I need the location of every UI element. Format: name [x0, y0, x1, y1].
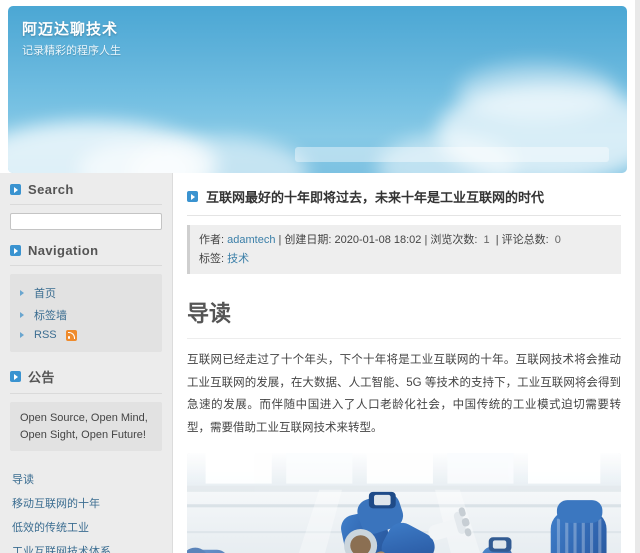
nav-item-rss[interactable]: RSS — [20, 326, 152, 344]
meta-separator: | — [424, 234, 427, 246]
post-figure-image — [187, 453, 621, 553]
search-widget: Search — [0, 173, 172, 234]
rss-feed-icon[interactable] — [66, 330, 77, 341]
views-label: 浏览次数: — [430, 234, 477, 246]
sidebar: Search Navigation 首页 — [0, 173, 173, 553]
body-wrapper: Search Navigation 首页 — [0, 173, 635, 553]
toc-link-2[interactable]: 移动互联网的十年 — [12, 498, 100, 510]
robot-arms-illustration — [187, 453, 621, 553]
list-item[interactable]: 移动互联网的十年 — [12, 491, 172, 515]
announcement-widget-title: 公告 — [28, 367, 55, 386]
post-meta-line-2: 标签: 技术 — [199, 250, 612, 269]
nav-link-home[interactable]: 首页 — [34, 285, 56, 301]
bullet-triangle-icon — [20, 332, 28, 338]
list-item[interactable]: 低效的传统工业 — [12, 515, 172, 539]
announcement-widget-header: 公告 — [10, 358, 162, 394]
site-title: 阿迈达聊技术 — [22, 18, 118, 39]
section-heading: 导读 — [187, 296, 621, 339]
section-marker-icon — [187, 191, 198, 202]
announcement-panel: Open Source, Open Mind, Open Sight, Open… — [10, 402, 162, 451]
nav-link-tags[interactable]: 标签墙 — [34, 307, 67, 323]
comments-label: 评论总数: — [502, 234, 549, 246]
post-paragraph: 互联网已经走过了十个年头，下个十年将是工业互联网的十年。互联网技术将会推动工业互… — [187, 349, 621, 439]
navigation-widget: Navigation 首页 标签墙 R — [0, 234, 172, 352]
list-item[interactable]: 工业互联网技术体系 — [12, 539, 172, 553]
post-meta-line-1: 作者: adamtech | 创建日期: 2020-01-08 18:02 | … — [199, 231, 612, 250]
bullet-triangle-icon — [20, 312, 28, 318]
meta-separator: | — [496, 234, 499, 246]
navigation-list: 首页 标签墙 RSS — [20, 282, 152, 344]
author-label: 作者: — [199, 234, 224, 246]
post-date: 2020-01-08 18:02 — [335, 234, 422, 246]
nav-item-home[interactable]: 首页 — [20, 282, 152, 304]
navigation-widget-title: Navigation — [28, 243, 98, 258]
post-title-row: 互联网最好的十年即将过去，未来十年是工业互联网的时代 — [187, 187, 621, 216]
views-count: 1 — [481, 234, 493, 246]
search-widget-header: Search — [10, 173, 162, 205]
tag-link[interactable]: 技术 — [227, 253, 249, 265]
section-marker-icon — [10, 245, 21, 256]
tags-label: 标签: — [199, 253, 224, 265]
search-input[interactable] — [10, 213, 162, 230]
section-marker-icon — [10, 371, 21, 382]
bullet-triangle-icon — [20, 290, 28, 296]
navigation-panel: 首页 标签墙 RSS — [10, 274, 162, 352]
post-meta: 作者: adamtech | 创建日期: 2020-01-08 18:02 | … — [187, 225, 621, 274]
site-header: 阿迈达聊技术 记录精彩的程序人生 — [8, 6, 627, 173]
header-nav-bar[interactable] — [295, 147, 609, 162]
page-root: 阿迈达聊技术 记录精彩的程序人生 Search Navigation — [0, 0, 640, 553]
date-label: 创建日期: — [284, 234, 331, 246]
page-title: 互联网最好的十年即将过去，未来十年是工业互联网的时代 — [206, 187, 544, 206]
toc-link-3[interactable]: 低效的传统工业 — [12, 522, 89, 534]
section-marker-icon — [10, 184, 21, 195]
announcement-line-1: Open Source, Open Mind, — [20, 410, 152, 427]
search-widget-title: Search — [28, 182, 74, 197]
table-of-contents: 导读 移动互联网的十年 低效的传统工业 工业互联网技术体系 工业互联网时代 — [0, 457, 172, 553]
main-content: 互联网最好的十年即将过去，未来十年是工业互联网的时代 作者: adamtech … — [173, 173, 635, 553]
nav-item-tags[interactable]: 标签墙 — [20, 304, 152, 326]
toc-link-1[interactable]: 导读 — [12, 474, 34, 486]
announcement-widget: 公告 Open Source, Open Mind, Open Sight, O… — [0, 358, 172, 451]
nav-link-rss[interactable]: RSS — [34, 329, 57, 341]
comments-count: 0 — [552, 234, 564, 246]
announcement-line-2: Open Sight, Open Future! — [20, 427, 152, 444]
meta-separator: | — [279, 234, 282, 246]
navigation-widget-header: Navigation — [10, 234, 162, 266]
toc-link-4[interactable]: 工业互联网技术体系 — [12, 546, 111, 553]
list-item[interactable]: 导读 — [12, 467, 172, 491]
author-link[interactable]: adamtech — [227, 234, 275, 246]
site-subtitle: 记录精彩的程序人生 — [22, 42, 121, 58]
